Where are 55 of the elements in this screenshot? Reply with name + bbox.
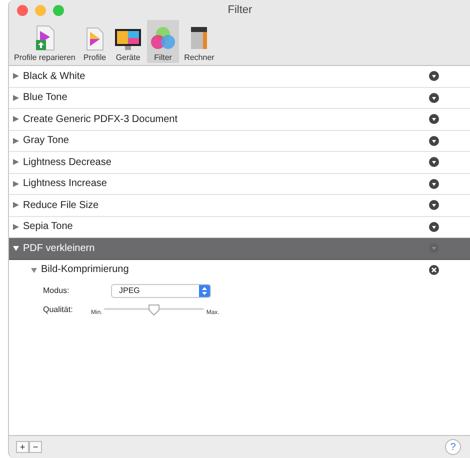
field-label: Qualität: [43,305,74,314]
monitor-icon [114,27,142,51]
filter-step-name: Bild-Komprimierung [41,264,129,275]
slider-thumb[interactable] [148,304,160,316]
window-title: Filter [228,4,252,16]
disclosure-circle-icon[interactable] [429,178,439,189]
collapsed-triangle-icon[interactable] [13,138,19,144]
disclosure-circle-icon[interactable] [429,200,439,210]
collapsed-triangle-icon[interactable] [13,116,19,122]
filter-name: Black & White [23,70,86,82]
help-button[interactable]: ? [445,439,461,455]
toolbar-button[interactable]: Profile reparieren [11,20,78,63]
filter-name: Reduce File Size [23,200,99,211]
disclosure-circle-icon[interactable] [429,92,439,103]
toolbar-button[interactable]: Geräte [111,20,146,63]
toolbar-button[interactable]: Rechner [181,20,218,63]
filter-name: Blue Tone [23,92,68,104]
remove-button[interactable]: − [29,441,42,453]
collapsed-triangle-icon[interactable] [13,202,19,208]
expanded-triangle-icon[interactable] [31,266,37,272]
filter-row[interactable]: Sepia Tone [9,216,470,238]
collapsed-triangle-icon[interactable] [13,73,19,80]
filter-row[interactable]: Gray Tone [9,130,470,152]
field-label: Modus: [43,286,70,295]
filter-name: Lightness Decrease [23,156,112,168]
expanded-triangle-icon[interactable] [13,245,19,252]
collapsed-triangle-icon[interactable] [13,224,19,230]
toolbar-button[interactable]: Profile [80,20,110,63]
quality-slider[interactable] [104,304,204,316]
filter-row[interactable]: Blue Tone [9,88,470,109]
document-icon [84,27,105,51]
filter-name: Create Generic PDFX-3 Document [23,114,178,125]
close-button[interactable] [17,4,28,16]
filter-name: Sepia Tone [23,221,73,232]
stepper-icon [199,284,210,296]
remove-circle-icon[interactable] [429,264,439,274]
add-button[interactable]: + [16,441,29,453]
filter-name: Gray Tone [23,135,69,146]
disclosure-circle-icon[interactable] [429,157,439,168]
filter-row[interactable]: PDF verkleinern [9,238,470,260]
collapsed-triangle-icon[interactable] [13,180,19,187]
collapsed-triangle-icon[interactable] [13,94,19,101]
color-circles-icon [150,25,176,51]
filter-name: PDF verkleinern [23,242,95,254]
calculator-icon [189,25,210,51]
filter-name: Lightness Increase [23,178,107,190]
disclosure-circle-icon[interactable] [429,114,439,124]
mode-dropdown[interactable]: JPEG [111,284,211,298]
disclosure-circle-icon[interactable] [429,136,439,146]
toolbar-button[interactable]: Filter [147,20,180,63]
disclosure-circle-icon[interactable] [429,71,439,82]
collapsed-triangle-icon[interactable] [13,159,19,166]
disclosure-circle-icon[interactable] [429,222,439,232]
filter-row[interactable]: Lightness Increase [9,174,470,195]
document-icon [34,25,56,51]
